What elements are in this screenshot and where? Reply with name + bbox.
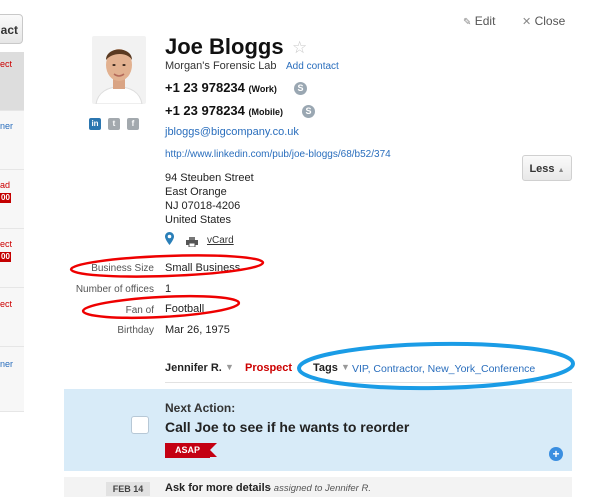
field-value-birthday: Mar 26, 1975 (165, 324, 230, 336)
add-contact-button-partial[interactable]: act (0, 14, 23, 44)
divider (165, 382, 572, 383)
vcard-link[interactable]: vCard (207, 235, 234, 246)
list-item[interactable]: ect 00 (0, 229, 24, 288)
next-action-title[interactable]: Call Joe to see if he wants to reorder (165, 419, 409, 435)
linkedin-icon[interactable]: in (89, 118, 101, 130)
list-item-status: ect (0, 59, 13, 69)
list-item-badge: 00 (0, 193, 11, 203)
tags-list[interactable]: VIP, Contractor, New_York_Conference (352, 363, 535, 375)
task-date-badge: FEB 14 (106, 482, 150, 496)
skype-icon[interactable]: S (294, 82, 307, 95)
close-icon: ✕ (522, 16, 532, 28)
phone-work: +1 23 978234 (Work) (165, 80, 277, 95)
list-item-status: ect (0, 239, 13, 249)
avatar (92, 36, 146, 104)
field-value-fan-of: Football (165, 303, 205, 315)
contact-list-strip: act ect ner ad 00 ect 00 ect ner (0, 0, 24, 497)
less-button[interactable]: Less ▲ (522, 155, 572, 181)
phone-number: +1 23 978234 (165, 103, 245, 118)
list-item[interactable]: ner (0, 111, 24, 170)
close-link[interactable]: ✕ Close (522, 14, 565, 28)
facebook-icon[interactable]: f (127, 118, 139, 130)
close-label: Close (534, 14, 566, 28)
field-label-business-size: Business Size (91, 263, 154, 274)
address-line: NJ 07018-4206 (165, 200, 241, 212)
list-item[interactable]: ect (0, 288, 24, 347)
edit-label: Edit (474, 14, 496, 28)
linkedin-url-link[interactable]: http://www.linkedin.com/pub/joe-bloggs/6… (165, 149, 391, 160)
edit-link[interactable]: ✎ Edit (463, 14, 495, 28)
field-value-business-size: Small Business (165, 262, 241, 274)
phone-mobile: +1 23 978234 (Mobile) (165, 103, 283, 118)
email-link[interactable]: jbloggs@bigcompany.co.uk (165, 126, 299, 138)
status-badge[interactable]: Prospect (245, 362, 292, 374)
priority-badge: ASAP (165, 443, 210, 458)
chevron-down-icon[interactable]: ▼ (225, 362, 234, 372)
skype-icon[interactable]: S (302, 105, 315, 118)
favorite-star-icon[interactable]: ☆ (292, 38, 307, 58)
add-contact-link[interactable]: Add contact (286, 61, 339, 72)
list-item-status: ad (0, 180, 11, 190)
twitter-icon[interactable]: t (108, 118, 120, 130)
address-line: 94 Steuben Street (165, 172, 254, 184)
field-label-birthday: Birthday (117, 325, 154, 336)
action-complete-checkbox[interactable] (131, 416, 149, 434)
list-item[interactable]: ect (0, 52, 24, 111)
contact-name: Joe Bloggs (165, 34, 284, 59)
field-value-offices: 1 (165, 283, 172, 295)
caret-up-icon: ▲ (557, 167, 565, 174)
map-pin-icon[interactable] (165, 232, 174, 250)
task-text[interactable]: Ask for more details (165, 482, 271, 494)
address-line: East Orange (165, 186, 227, 198)
tags-dropdown[interactable]: Tags (313, 362, 338, 374)
printer-icon[interactable] (186, 234, 198, 252)
add-action-button[interactable]: + (549, 447, 563, 461)
task-assigned: - assigned to Jennifer R. (268, 483, 371, 494)
chevron-down-icon[interactable]: ▼ (341, 362, 350, 372)
list-item[interactable]: ad 00 (0, 170, 24, 229)
less-label: Less (529, 163, 555, 175)
list-item-status: ner (0, 359, 14, 369)
list-item[interactable]: ner (0, 347, 24, 412)
owner-dropdown[interactable]: Jennifer R. (165, 362, 222, 374)
phone-type: (Work) (248, 84, 277, 94)
phone-type: (Mobile) (248, 107, 284, 117)
pencil-icon: ✎ (463, 17, 472, 28)
next-action-heading: Next Action: (165, 401, 236, 415)
address-line: United States (165, 214, 232, 226)
list-item-badge: 00 (0, 252, 11, 262)
list-item-status: ect (0, 299, 13, 309)
company-name[interactable]: Morgan's Forensic Lab (165, 60, 277, 72)
field-label-offices: Number of offices (75, 284, 154, 295)
phone-number: +1 23 978234 (165, 80, 245, 95)
field-label-fan-of: Fan of (125, 305, 154, 316)
priority-ribbon-tail (210, 443, 217, 457)
list-item-status: ner (0, 121, 14, 131)
